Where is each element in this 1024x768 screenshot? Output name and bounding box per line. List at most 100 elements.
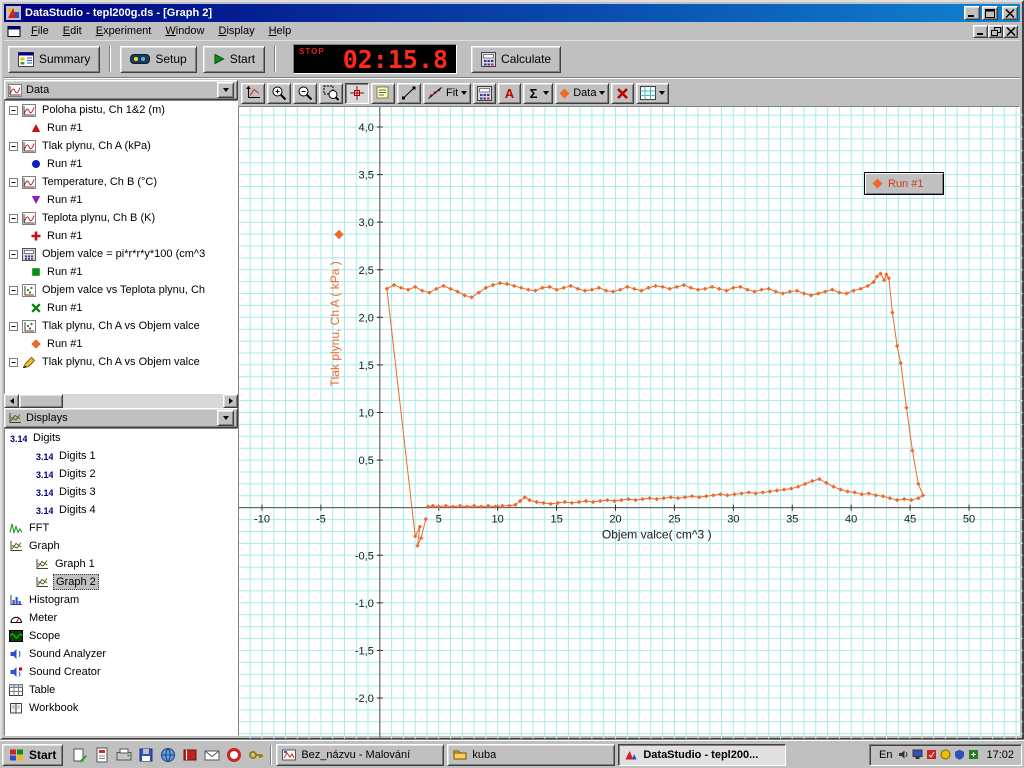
task-button[interactable]: Bez_názvu - Malování: [276, 743, 445, 766]
child-restore-button[interactable]: [988, 24, 1003, 38]
scale-to-fit-button[interactable]: [241, 82, 265, 104]
menu-display[interactable]: Display: [212, 23, 262, 39]
run-item[interactable]: Run #1: [5, 227, 237, 245]
display-item[interactable]: Sound Analyzer: [5, 645, 237, 663]
display-subitem[interactable]: 3.14 Digits 4: [5, 501, 237, 519]
data-item[interactable]: Tlak plynu, Ch A vs Objem valce: [5, 353, 237, 371]
graph-legend[interactable]: Run #1: [864, 172, 944, 195]
data-item[interactable]: Objem valce vs Teplota plynu, Ch: [5, 281, 237, 299]
data-item[interactable]: Poloha pistu, Ch 1&2 (m): [5, 101, 237, 119]
expand-toggle-icon[interactable]: [9, 285, 18, 295]
run-item[interactable]: Run #1: [5, 119, 237, 137]
display-subitem[interactable]: Graph 2: [5, 573, 237, 591]
display-subitem[interactable]: 3.14 Digits 3: [5, 483, 237, 501]
remove-button[interactable]: [611, 82, 635, 104]
scroll-right-button[interactable]: [223, 394, 238, 408]
menu-file[interactable]: File: [24, 23, 56, 39]
start-button[interactable]: Start: [2, 743, 64, 766]
display-subitem-label[interactable]: Digits 4: [57, 503, 98, 517]
expand-toggle-icon[interactable]: [9, 105, 18, 115]
quicklaunch-shortcut-1[interactable]: [70, 745, 90, 765]
run-item[interactable]: Run #1: [5, 155, 237, 173]
display-subitem-label[interactable]: Digits 2: [57, 467, 98, 481]
expand-toggle-icon[interactable]: [9, 177, 18, 187]
expand-toggle-icon[interactable]: [9, 321, 18, 331]
smart-tool-button[interactable]: [345, 82, 369, 104]
slope-tool-button[interactable]: [397, 82, 421, 104]
quicklaunch-shortcut-8[interactable]: [224, 745, 244, 765]
quicklaunch-shortcut-5[interactable]: [158, 745, 178, 765]
calculate-tool-button[interactable]: [473, 82, 497, 104]
tray-icon-6[interactable]: [968, 749, 979, 760]
quicklaunch-shortcut-4[interactable]: [136, 745, 156, 765]
display-subitem-label[interactable]: Graph 2: [53, 574, 99, 590]
run-item[interactable]: Run #1: [5, 191, 237, 209]
child-minimize-button[interactable]: [973, 24, 988, 38]
expand-toggle-icon[interactable]: [9, 213, 18, 223]
displays-panel-menu-button[interactable]: [217, 410, 234, 426]
close-button[interactable]: [1002, 6, 1018, 20]
quicklaunch-shortcut-3[interactable]: [114, 745, 134, 765]
display-item[interactable]: Graph: [5, 537, 237, 555]
expand-toggle-icon[interactable]: [9, 141, 18, 151]
data-tree-hscrollbar[interactable]: [4, 394, 238, 408]
child-window-icon[interactable]: [6, 24, 22, 38]
fit-menu-button[interactable]: Fit: [423, 82, 472, 104]
language-indicator[interactable]: En: [877, 749, 894, 761]
display-item[interactable]: Histogram: [5, 591, 237, 609]
data-item[interactable]: Objem valce = pi*r*r*y*100 (cm^3: [5, 245, 237, 263]
data-panel-menu-button[interactable]: [217, 82, 234, 98]
start-button-toolbar[interactable]: Start: [202, 45, 266, 73]
scroll-left-button[interactable]: [4, 394, 19, 408]
display-subitem[interactable]: 3.14 Digits 2: [5, 465, 237, 483]
task-button[interactable]: kuba: [447, 743, 616, 766]
menu-edit[interactable]: Edit: [56, 23, 89, 39]
zoom-in-button[interactable]: [267, 82, 291, 104]
tray-icon-3[interactable]: [926, 749, 937, 760]
display-item[interactable]: Scope: [5, 627, 237, 645]
data-item[interactable]: Tlak plynu, Ch A vs Objem valce: [5, 317, 237, 335]
run-item[interactable]: Run #1: [5, 299, 237, 317]
tray-icon-1[interactable]: [898, 749, 909, 760]
display-subitem[interactable]: Graph 1: [5, 555, 237, 573]
scroll-track[interactable]: [63, 394, 223, 408]
task-button[interactable]: DataStudio - tepl200...: [618, 743, 787, 766]
menu-help[interactable]: Help: [262, 23, 299, 39]
display-subitem[interactable]: 3.14 Digits 1: [5, 447, 237, 465]
zoom-out-button[interactable]: [293, 82, 317, 104]
quicklaunch-shortcut-6[interactable]: [180, 745, 200, 765]
expand-toggle-icon[interactable]: [9, 357, 18, 367]
display-subitem-label[interactable]: Digits 1: [57, 449, 98, 463]
display-item[interactable]: Meter: [5, 609, 237, 627]
tray-icon-4[interactable]: [940, 749, 951, 760]
menu-window[interactable]: Window: [158, 23, 211, 39]
run-item[interactable]: Run #1: [5, 335, 237, 353]
display-item[interactable]: 3.14 Digits: [5, 429, 237, 447]
quicklaunch-shortcut-9[interactable]: [246, 745, 266, 765]
text-tool-button[interactable]: A: [498, 82, 522, 104]
note-tool-button[interactable]: [371, 82, 395, 104]
display-item[interactable]: Sound Creator: [5, 663, 237, 681]
display-item[interactable]: FFT: [5, 519, 237, 537]
zoom-select-button[interactable]: [319, 82, 343, 104]
display-item[interactable]: Table: [5, 681, 237, 699]
setup-button[interactable]: Setup: [120, 45, 197, 73]
quicklaunch-shortcut-2[interactable]: [92, 745, 112, 765]
graph-canvas[interactable]: -10 -5 5 10 15 20 25 30 35 40 45 50 -2,0 -1,5 -1,0 -0,5…: [239, 107, 1023, 739]
statistics-menu-button[interactable]: Σ: [523, 82, 554, 104]
menu-experiment[interactable]: Experiment: [89, 23, 159, 39]
minimize-button[interactable]: [964, 6, 980, 20]
quicklaunch-shortcut-7[interactable]: [202, 745, 222, 765]
expand-toggle-icon[interactable]: [9, 249, 18, 259]
data-item[interactable]: Tlak plynu, Ch A (kPa): [5, 137, 237, 155]
scroll-thumb[interactable]: [19, 394, 63, 408]
summary-button[interactable]: Summary: [8, 45, 101, 73]
data-item[interactable]: Temperature, Ch B (°C): [5, 173, 237, 191]
graph-settings-button[interactable]: [636, 82, 670, 104]
data-menu-button[interactable]: Data: [555, 82, 610, 104]
maximize-button[interactable]: [982, 6, 998, 20]
display-subitem-label[interactable]: Digits 3: [57, 485, 98, 499]
display-item[interactable]: Workbook: [5, 699, 237, 717]
child-close-button[interactable]: [1003, 24, 1018, 38]
data-item[interactable]: Teplota plynu, Ch B (K): [5, 209, 237, 227]
